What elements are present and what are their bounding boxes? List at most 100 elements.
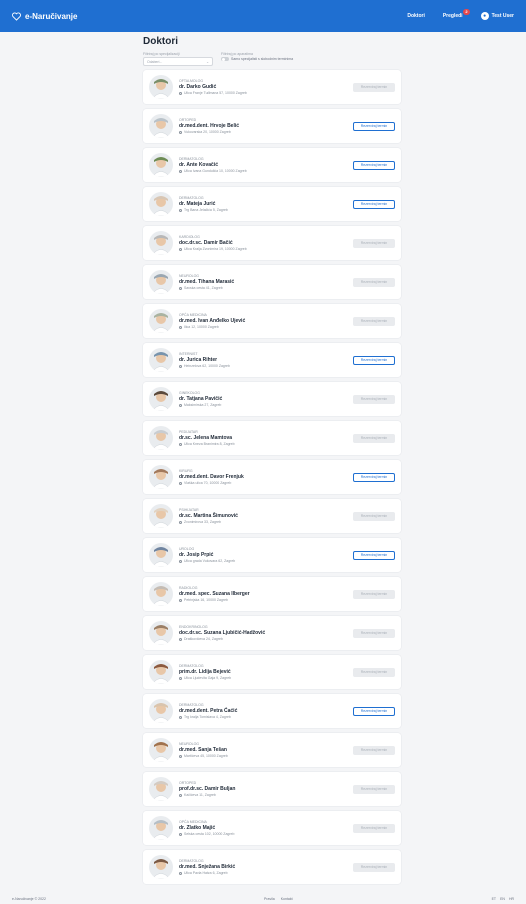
top-navbar: e-Naručivanje Doktori Pregledi 2 ● Test … <box>0 0 526 32</box>
doctor-name[interactable]: doc.dr.sc. Damir Bačić <box>179 240 353 246</box>
doctor-card: KIRURG dr.med.dent. Davor Frenjuk Vlaška… <box>143 460 401 494</box>
doctor-address: Ulica Franje Tuđmana 57, 10000 Zagreb <box>179 91 353 95</box>
doctor-name[interactable]: dr. Ante Kovačić <box>179 162 353 168</box>
doctor-specialization: DERMATOLOG <box>179 156 204 161</box>
doctor-address: Draškovićeva 24, Zagreb <box>179 637 353 641</box>
location-pin-icon <box>179 325 182 329</box>
doctor-name[interactable]: dr.med. Tihana Marasić <box>179 279 353 285</box>
doctor-name[interactable]: doc.dr.sc. Suzana Ljubičić-Hadžović <box>179 630 353 636</box>
availability-toggle-label: Samo specijalisti s slobodnim terminima <box>231 57 294 61</box>
doctor-name[interactable]: dr. Zlatko Majić <box>179 825 353 831</box>
doctor-name[interactable]: dr.med. Ivan Anđelko Ujević <box>179 318 353 324</box>
book-appointment-button[interactable]: Rezerviraj termin <box>353 745 395 755</box>
doctor-address: Kačićeva 11, Zagreb <box>179 793 353 797</box>
doctor-address-text: Ulica Franje Tuđmana 57, 10000 Zagreb <box>184 91 247 96</box>
doctor-name[interactable]: dr.med.dent. Davor Frenjuk <box>179 474 353 480</box>
doctor-info: OFTALMOLOG dr. Darko Gudić Ulica Franje … <box>179 78 353 95</box>
doctor-avatar <box>149 660 173 684</box>
doctor-address: Ulica Kneza Branimira 8, Zagreb <box>179 442 353 446</box>
spec-select-placeholder: Odaberi... <box>147 59 163 64</box>
doctor-name[interactable]: dr.sc. Martina Šimunović <box>179 513 353 519</box>
footer-link-contact[interactable]: Kontakt <box>281 897 293 901</box>
book-appointment-button[interactable]: Rezerviraj termin <box>353 199 395 209</box>
doctor-name[interactable]: dr. Tatjana Pavičić <box>179 396 353 402</box>
doctor-info: ORTOPED prof.dr.sc. Damir Buljan Kačićev… <box>179 781 353 797</box>
spec-select[interactable]: Odaberi... ⌄ <box>143 57 213 66</box>
doctor-avatar <box>149 816 173 840</box>
doctor-specialization: UROLOG <box>179 546 195 551</box>
book-appointment-button[interactable]: Rezerviraj termin <box>353 355 395 365</box>
location-pin-icon <box>179 520 182 524</box>
book-appointment-button[interactable]: Rezerviraj termin <box>353 511 395 521</box>
doctor-avatar <box>149 699 173 723</box>
location-pin-icon <box>179 481 182 485</box>
doctor-address: Ulica Ivana Gundulića 10, 10000 Zagreb <box>179 169 353 173</box>
doctor-card: GINEKOLOG dr. Tatjana Pavičić Maksimirsk… <box>143 382 401 416</box>
lang-hr[interactable]: HR <box>509 897 514 901</box>
book-appointment-button[interactable]: Rezerviraj termin <box>353 784 395 794</box>
book-appointment-button[interactable]: Rezerviraj termin <box>353 862 395 872</box>
location-pin-icon <box>179 676 182 680</box>
doctor-specialization: OFTALMOLOG <box>179 78 204 83</box>
doctor-specialization: RADIOLOG <box>179 585 198 590</box>
doctor-avatar <box>149 309 173 333</box>
doctor-card: PSIHIJATAR dr.sc. Martina Šimunović Zvon… <box>143 499 401 533</box>
footer-links: Pravila Kontakt <box>264 897 293 901</box>
book-appointment-button[interactable]: Rezerviraj termin <box>353 706 395 716</box>
doctor-name[interactable]: dr.med.dent. Petra Ćaćić <box>179 708 353 714</box>
doctor-avatar <box>149 777 173 801</box>
doctor-address-text: Ulica Ljudevita Gaja 9, Zagreb <box>184 676 232 681</box>
book-appointment-button[interactable]: Rezerviraj termin <box>353 589 395 599</box>
book-appointment-button[interactable]: Rezerviraj termin <box>353 667 395 677</box>
doctor-address: Trg Bana Jelačića 5, Zagreb <box>179 208 353 212</box>
book-appointment-button[interactable]: Rezerviraj termin <box>353 82 395 92</box>
availability-toggle[interactable] <box>221 57 229 61</box>
doctor-card: DERMATOLOG dr.med.dent. Petra Ćaćić Trg … <box>143 694 401 728</box>
book-appointment-button[interactable]: Rezerviraj termin <box>353 433 395 443</box>
doctor-name[interactable]: dr.med. Sanja Tešan <box>179 747 353 753</box>
doctor-address-text: Ulica Pavla Hatza 6, Zagreb <box>184 871 228 876</box>
book-appointment-button[interactable]: Rezerviraj termin <box>353 316 395 326</box>
doctor-address-text: Ilica 12, 10000 Zagreb <box>184 325 219 330</box>
nav-reviews[interactable]: Pregledi 2 <box>443 9 470 19</box>
doctor-name[interactable]: dr. Mateja Jurić <box>179 201 353 207</box>
book-appointment-button[interactable]: Rezerviraj termin <box>353 550 395 560</box>
location-pin-icon <box>179 637 182 641</box>
doctor-avatar <box>149 114 173 138</box>
doctor-info: NEUROLOG dr.med. Sanja Tešan Martićeva 4… <box>179 742 353 758</box>
doctor-specialization: DERMATOLOG <box>179 195 204 200</box>
lang-et[interactable]: ET <box>492 897 496 901</box>
book-appointment-button[interactable]: Rezerviraj termin <box>353 121 395 131</box>
doctor-name[interactable]: prof.dr.sc. Damir Buljan <box>179 786 353 792</box>
doctor-name[interactable]: dr. Josip Prpić <box>179 552 353 558</box>
doctor-address-text: Selska cesta 102, 10000 Zagreb <box>184 832 235 837</box>
book-appointment-button[interactable]: Rezerviraj termin <box>353 238 395 248</box>
doctor-info: KIRURG dr.med.dent. Davor Frenjuk Vlaška… <box>179 469 353 485</box>
doctor-name[interactable]: prim.dr. Lidija Bejević <box>179 669 353 675</box>
doctor-name[interactable]: dr.sc. Jelena Mamtova <box>179 435 353 441</box>
lang-en[interactable]: EN <box>500 897 505 901</box>
page-title: Doktori <box>143 36 178 47</box>
doctor-info: DERMATOLOG dr.med.dent. Petra Ćaćić Trg … <box>179 703 353 719</box>
nav-doctors[interactable]: Doktori <box>407 13 425 19</box>
doctor-avatar <box>149 387 173 411</box>
book-appointment-button[interactable]: Rezerviraj termin <box>353 472 395 482</box>
doctor-address-text: Draškovićeva 24, Zagreb <box>184 637 223 642</box>
doctor-name[interactable]: dr. Jurica Rihter <box>179 357 353 363</box>
book-appointment-button[interactable]: Rezerviraj termin <box>353 628 395 638</box>
brand[interactable]: e-Naručivanje <box>12 12 77 21</box>
book-appointment-button[interactable]: Rezerviraj termin <box>353 277 395 287</box>
book-appointment-button[interactable]: Rezerviraj termin <box>353 823 395 833</box>
user-menu[interactable]: ● Test User <box>480 12 514 20</box>
filters-bar: Filtriraj po specijalizaciji Odaberi... … <box>143 52 401 70</box>
book-appointment-button[interactable]: Rezerviraj termin <box>353 394 395 404</box>
doctor-name[interactable]: dr.med. spec. Suzana Ilberger <box>179 591 353 597</box>
doctor-name[interactable]: dr.med.dent. Hrvoje Belić <box>179 123 353 129</box>
location-pin-icon <box>179 715 182 719</box>
book-appointment-button[interactable]: Rezerviraj termin <box>353 160 395 170</box>
doctor-name[interactable]: dr. Darko Gudić <box>179 84 353 90</box>
doctor-info: DERMATOLOG dr.med. Snježana Birkić Ulica… <box>179 859 353 875</box>
doctor-name[interactable]: dr.med. Snježana Birkić <box>179 864 353 870</box>
doctor-address: Ulica Pavla Hatza 6, Zagreb <box>179 871 353 875</box>
footer-link-rules[interactable]: Pravila <box>264 897 275 901</box>
